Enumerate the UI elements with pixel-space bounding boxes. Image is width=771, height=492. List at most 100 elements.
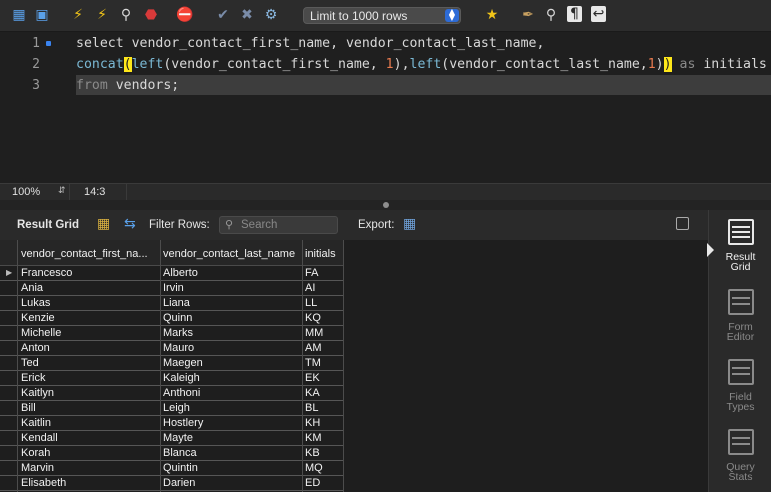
table-cell[interactable]: Lukas [21, 297, 50, 309]
table-cell[interactable]: Kendall [21, 432, 58, 444]
table-cell[interactable]: Michelle [21, 327, 61, 339]
table-cell[interactable]: AI [305, 282, 315, 294]
table-cell[interactable]: Ania [21, 282, 43, 294]
table-row[interactable]: Ania Irvin AI [0, 281, 343, 296]
wrap-lines-icon[interactable]: ↩ [591, 6, 606, 22]
table-row[interactable]: Kaitlyn Anthoni KA [0, 386, 343, 401]
table-cell[interactable]: LL [305, 297, 317, 309]
table-row[interactable]: Ted Maegen TM [0, 356, 343, 371]
toggle-error-icon[interactable]: ⛔ [176, 6, 194, 24]
execute-current-icon[interactable]: ⚡ [93, 6, 111, 24]
table-row[interactable]: ▶ Francesco Alberto FA [0, 266, 343, 281]
column-header[interactable]: initials [305, 248, 341, 260]
table-cell[interactable]: Ted [21, 357, 39, 369]
table-cell[interactable]: KB [305, 447, 320, 459]
stop-icon[interactable]: ⬣ [142, 6, 160, 24]
table-cell[interactable]: Mayte [163, 432, 193, 444]
table-row[interactable]: Bill Leigh BL [0, 401, 343, 416]
table-cell[interactable]: Blanca [163, 447, 197, 459]
table-row[interactable]: Korah Blanca KB [0, 446, 343, 461]
table-row[interactable]: Michelle Marks MM [0, 326, 343, 341]
table-row[interactable]: Lukas Liana LL [0, 296, 343, 311]
table-cell[interactable]: Maegen [163, 357, 203, 369]
table-cell[interactable]: KQ [305, 312, 321, 324]
rollback-icon[interactable]: ✖ [238, 6, 256, 24]
table-cell[interactable]: Quintin [163, 462, 198, 474]
table-cell[interactable]: Alberto [163, 267, 198, 279]
table-cell[interactable]: Korah [21, 447, 50, 459]
grid-layout-icon[interactable]: ▦ [97, 216, 110, 232]
save-icon[interactable]: ▣ [33, 6, 51, 24]
table-cell[interactable]: BL [305, 402, 318, 414]
table-cell[interactable]: Anthoni [163, 387, 200, 399]
table-cell[interactable]: Kaitlyn [21, 387, 54, 399]
table-cell[interactable]: Darien [163, 477, 195, 489]
beautify-icon[interactable]: ✒ [519, 6, 537, 24]
invisible-chars-icon[interactable]: ¶ [567, 6, 582, 22]
column-header[interactable]: vendor_contact_last_name [163, 248, 301, 260]
stepper-icon[interactable]: ⇵ [58, 186, 66, 196]
sidebar-label: Editor [726, 331, 755, 343]
table-cell[interactable]: KA [305, 387, 320, 399]
table-row[interactable]: Kenzie Quinn KQ [0, 311, 343, 326]
open-folder-icon[interactable]: ▦ [10, 6, 28, 24]
refresh-swap-icon[interactable]: ⇆ [124, 216, 136, 232]
sidebar-result-grid[interactable]: Result Grid [707, 214, 771, 284]
filter-rows-label: Filter Rows: [149, 219, 210, 231]
commit-icon[interactable]: ✔ [214, 6, 232, 24]
table-row[interactable]: Kaitlin Hostlery KH [0, 416, 343, 431]
table-cell[interactable]: MQ [305, 462, 323, 474]
table-cell[interactable]: MM [305, 327, 323, 339]
table-cell[interactable]: KM [305, 432, 322, 444]
table-cell[interactable]: Kaitlin [21, 417, 51, 429]
result-grid[interactable]: vendor_contact_first_na... vendor_contac… [0, 240, 708, 492]
export-icon[interactable]: ▦ [403, 216, 416, 232]
sidebar-form-editor[interactable]: Form Editor [709, 284, 771, 354]
table-cell[interactable]: Quinn [163, 312, 192, 324]
table-cell[interactable]: Mauro [163, 342, 194, 354]
add-snippet-icon[interactable]: ★ [483, 6, 501, 24]
table-cell[interactable]: KH [305, 417, 320, 429]
table-cell[interactable]: Anton [21, 342, 50, 354]
limit-rows-label: Limit to 1000 rows [310, 9, 408, 23]
table-cell[interactable]: Marks [163, 327, 193, 339]
zoom-control[interactable]: 100% ⇵ [0, 184, 70, 200]
splitter-handle-icon[interactable] [383, 202, 389, 208]
table-cell[interactable]: Kenzie [21, 312, 55, 324]
table-row[interactable]: Elisabeth Darien ED [0, 476, 343, 491]
table-cell[interactable]: Bill [21, 402, 36, 414]
table-cell[interactable]: AM [305, 342, 322, 354]
table-row[interactable]: Kendall Mayte KM [0, 431, 343, 446]
table-row[interactable]: Erick Kaleigh EK [0, 371, 343, 386]
column-header[interactable]: vendor_contact_first_na... [21, 248, 157, 260]
sql-editor[interactable]: 1 2 3 select vendor_contact_first_name, … [0, 32, 771, 183]
table-cell[interactable]: Leigh [163, 402, 190, 414]
find-icon[interactable]: ⚲ [542, 6, 560, 24]
table-cell[interactable]: TM [305, 357, 321, 369]
filter-rows-input[interactable]: ⚲ Search [219, 216, 338, 234]
autocommit-icon[interactable]: ⚙ [262, 6, 280, 24]
execute-icon[interactable]: ⚡ [69, 6, 87, 24]
table-row[interactable]: Anton Mauro AM [0, 341, 343, 356]
table-cell[interactable]: Irvin [163, 282, 184, 294]
table-cell[interactable]: Erick [21, 372, 45, 384]
pane-splitter[interactable] [0, 200, 771, 210]
table-cell[interactable]: ED [305, 477, 320, 489]
table-cell[interactable]: Marvin [21, 462, 54, 474]
explain-icon[interactable]: ⚲ [117, 6, 135, 24]
table-cell[interactable]: Francesco [21, 267, 72, 279]
table-cell[interactable]: Elisabeth [21, 477, 66, 489]
table-cell[interactable]: Kaleigh [163, 372, 200, 384]
table-row[interactable]: Marvin Quintin MQ [0, 461, 343, 476]
table-cell[interactable]: FA [305, 267, 318, 279]
table-cell[interactable]: Liana [163, 297, 190, 309]
limit-rows-select[interactable]: Limit to 1000 rows ▲ ▼ [303, 7, 461, 24]
sidebar-label: Grid [730, 261, 751, 273]
code-text: (vendor_contact_first_name, [163, 57, 386, 72]
sidebar-field-types[interactable]: Field Types [709, 354, 771, 424]
toggle-wrap-icon[interactable] [676, 217, 689, 230]
sidebar-query-stats[interactable]: Query Stats [709, 424, 771, 492]
result-grid-title: Result Grid [17, 219, 79, 231]
table-cell[interactable]: Hostlery [163, 417, 203, 429]
table-cell[interactable]: EK [305, 372, 320, 384]
